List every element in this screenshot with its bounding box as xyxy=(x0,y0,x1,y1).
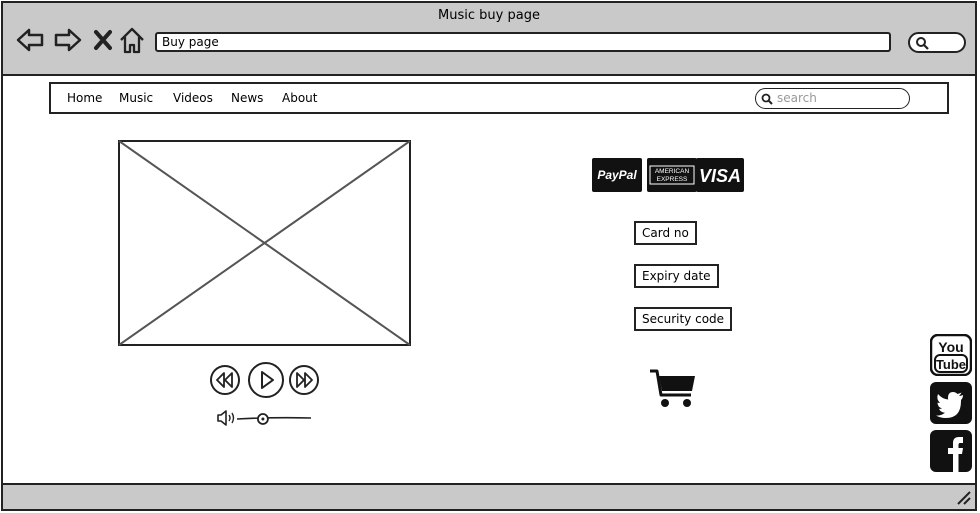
back-arrow-icon[interactable] xyxy=(15,25,45,55)
home-icon[interactable] xyxy=(117,25,147,55)
volume-icon xyxy=(217,410,235,426)
fast-forward-icon[interactable] xyxy=(288,364,320,396)
shopping-cart-icon[interactable] xyxy=(649,367,697,409)
menu-item-about[interactable]: About xyxy=(282,91,317,105)
expiry-date-field[interactable]: Expiry date xyxy=(634,264,719,288)
facebook-icon[interactable] xyxy=(930,430,972,472)
menu-item-home[interactable]: Home xyxy=(67,91,102,105)
browser-search-button[interactable] xyxy=(908,32,966,53)
search-icon xyxy=(761,93,773,105)
search-placeholder: search xyxy=(777,91,817,105)
browser-window: Music buy page Buy page Home Music Video… xyxy=(1,1,977,511)
title-bar: Music buy page Buy page xyxy=(3,3,975,76)
menu-item-news[interactable]: News xyxy=(231,91,263,105)
card-number-field[interactable]: Card no xyxy=(634,221,697,245)
forward-arrow-icon[interactable] xyxy=(53,25,83,55)
menu-item-videos[interactable]: Videos xyxy=(173,91,213,105)
rewind-icon[interactable] xyxy=(209,364,241,396)
svg-text:PayPal: PayPal xyxy=(597,168,637,182)
svg-text:VISA: VISA xyxy=(699,166,741,186)
volume-slider[interactable] xyxy=(235,411,315,427)
svg-text:You: You xyxy=(938,339,963,355)
youtube-icon[interactable]: You Tube xyxy=(930,334,972,376)
svg-text:EXPRESS: EXPRESS xyxy=(657,176,688,183)
paypal-logo: PayPal xyxy=(592,158,642,192)
address-bar[interactable]: Buy page xyxy=(155,32,891,52)
album-image-placeholder xyxy=(118,140,411,346)
close-x-icon[interactable] xyxy=(88,25,118,55)
status-bar xyxy=(3,483,975,509)
security-code-field[interactable]: Security code xyxy=(634,307,733,331)
visa-logo: VISA xyxy=(696,158,744,192)
twitter-icon[interactable] xyxy=(930,382,972,424)
american-express-logo: AMERICAN EXPRESS xyxy=(647,158,697,192)
search-icon xyxy=(916,37,929,50)
menu-bar: Home Music Videos News About search xyxy=(49,82,949,114)
svg-text:Tube: Tube xyxy=(936,357,966,372)
resize-grip-icon[interactable] xyxy=(955,489,973,507)
play-icon[interactable] xyxy=(247,361,285,399)
svg-text:AMERICAN: AMERICAN xyxy=(655,168,690,175)
window-title: Music buy page xyxy=(438,8,540,23)
search-input[interactable]: search xyxy=(755,88,910,109)
menu-item-music[interactable]: Music xyxy=(119,91,153,105)
